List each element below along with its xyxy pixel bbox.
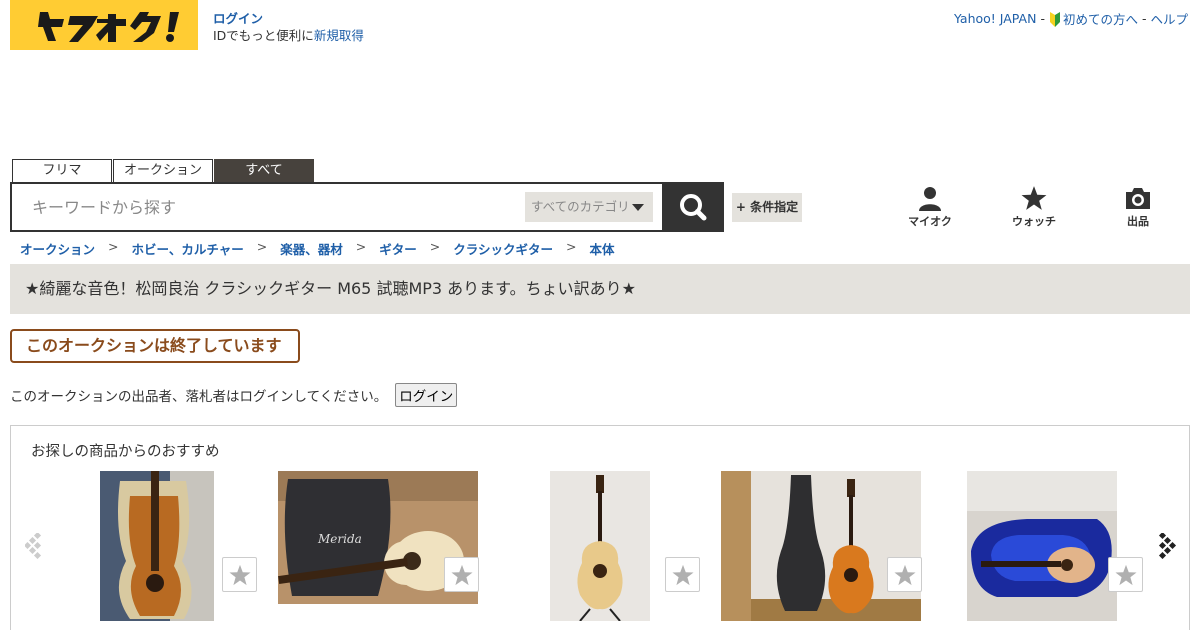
tab-all[interactable]: すべて (214, 159, 314, 182)
watch-button[interactable] (665, 557, 700, 592)
star-icon (229, 564, 251, 586)
tab-auction[interactable]: オークション (113, 159, 213, 182)
watch-button[interactable] (1108, 557, 1143, 592)
guitar-in-open-case-image (100, 471, 214, 621)
item-thumbnail[interactable] (100, 471, 214, 621)
svg-text:Merida: Merida (317, 532, 362, 546)
item-thumbnail[interactable] (721, 471, 921, 621)
user-icon (919, 187, 941, 211)
star-icon (451, 564, 473, 586)
logo-wordmark (38, 12, 179, 42)
item-thumbnail[interactable] (550, 471, 650, 621)
breadcrumb-separator: > (256, 239, 268, 254)
carousel-next-icon[interactable] (1155, 533, 1177, 559)
beginner-link-label: 初めての方へ (1062, 12, 1138, 27)
breadcrumb-separator: > (429, 239, 441, 254)
watch-button[interactable] (887, 557, 922, 592)
auction-ended-badge: このオークションは終了しています (10, 329, 300, 363)
search-tabs: フリマ オークション すべて (12, 159, 315, 182)
my-auction-button[interactable]: マイオク (900, 185, 960, 229)
yahoo-japan-link[interactable]: Yahoo! JAPAN (954, 11, 1036, 26)
watch-button[interactable] (444, 557, 479, 592)
camera-icon (1126, 188, 1150, 209)
breadcrumb-separator: > (355, 239, 367, 254)
watch-button[interactable] (222, 557, 257, 592)
beginner-mark-icon (1049, 12, 1060, 27)
star-icon (894, 564, 916, 586)
my-auction-label: マイオク (908, 215, 952, 228)
login-sub-text: IDでもっと便利に (213, 28, 314, 43)
star-icon (1021, 186, 1047, 210)
breadcrumb-separator: > (566, 239, 577, 254)
recommendations-panel: お探しの商品からのおすすめ Merida (10, 425, 1190, 630)
login-box: ログイン IDでもっと便利に新規取得 (213, 10, 364, 44)
item-title: ★綺麗な音色！松岡良治 クラシックギター M65 試聴MP3 あります。ちょい訳… (25, 279, 636, 298)
yahuoku-logo[interactable] (10, 0, 198, 50)
breadcrumb-item[interactable]: 楽器、器材 (280, 239, 343, 258)
beginner-link[interactable]: 初めての方へ (1049, 9, 1138, 28)
sell-button[interactable]: 出品 (1108, 185, 1168, 229)
star-icon (1115, 564, 1137, 586)
watch-list-button[interactable]: ウォッチ (1004, 185, 1064, 229)
guitar-in-blue-case-image (967, 471, 1117, 621)
tab-furima[interactable]: フリマ (12, 159, 112, 182)
recommendations-title: お探しの商品からのおすすめ (31, 444, 220, 460)
register-link[interactable]: 新規取得 (314, 28, 364, 43)
breadcrumb-separator: > (108, 239, 119, 254)
breadcrumb-item[interactable]: 本体 (590, 239, 615, 258)
breadcrumb-item[interactable]: オークション (20, 239, 95, 258)
top-right-links: Yahoo! JAPAN - 初めての方へ - ヘルプ (954, 9, 1188, 28)
sell-label: 出品 (1127, 215, 1149, 228)
login-note-text: このオークションの出品者、落札者はログインしてください。 (10, 389, 388, 405)
breadcrumb-item[interactable]: クラシックギター (453, 239, 553, 258)
separator: - (1141, 11, 1147, 26)
login-button[interactable]: ログイン (395, 383, 458, 407)
breadcrumb: オークション > ホビー、カルチャー > 楽器、器材 > ギター > クラシック… (20, 239, 615, 258)
star-icon (672, 564, 694, 586)
guitar-with-hard-case-image (721, 471, 921, 621)
nav-icons: マイオク ウォッチ 出品 (0, 185, 1200, 230)
help-link[interactable]: ヘルプ (1150, 9, 1188, 28)
item-thumbnail[interactable] (967, 471, 1117, 621)
login-note: このオークションの出品者、落札者はログインしてください。 ログイン (10, 383, 458, 407)
guitar-on-stand-image (550, 471, 650, 621)
login-link[interactable]: ログイン (213, 11, 263, 26)
breadcrumb-item[interactable]: ホビー、カルチャー (132, 239, 244, 258)
carousel-prev-icon[interactable] (25, 533, 47, 559)
breadcrumb-item[interactable]: ギター (379, 239, 417, 258)
item-title-bar: ★綺麗な音色！松岡良治 クラシックギター M65 試聴MP3 あります。ちょい訳… (10, 264, 1190, 314)
watch-label: ウォッチ (1012, 215, 1056, 228)
separator: - (1040, 11, 1045, 26)
